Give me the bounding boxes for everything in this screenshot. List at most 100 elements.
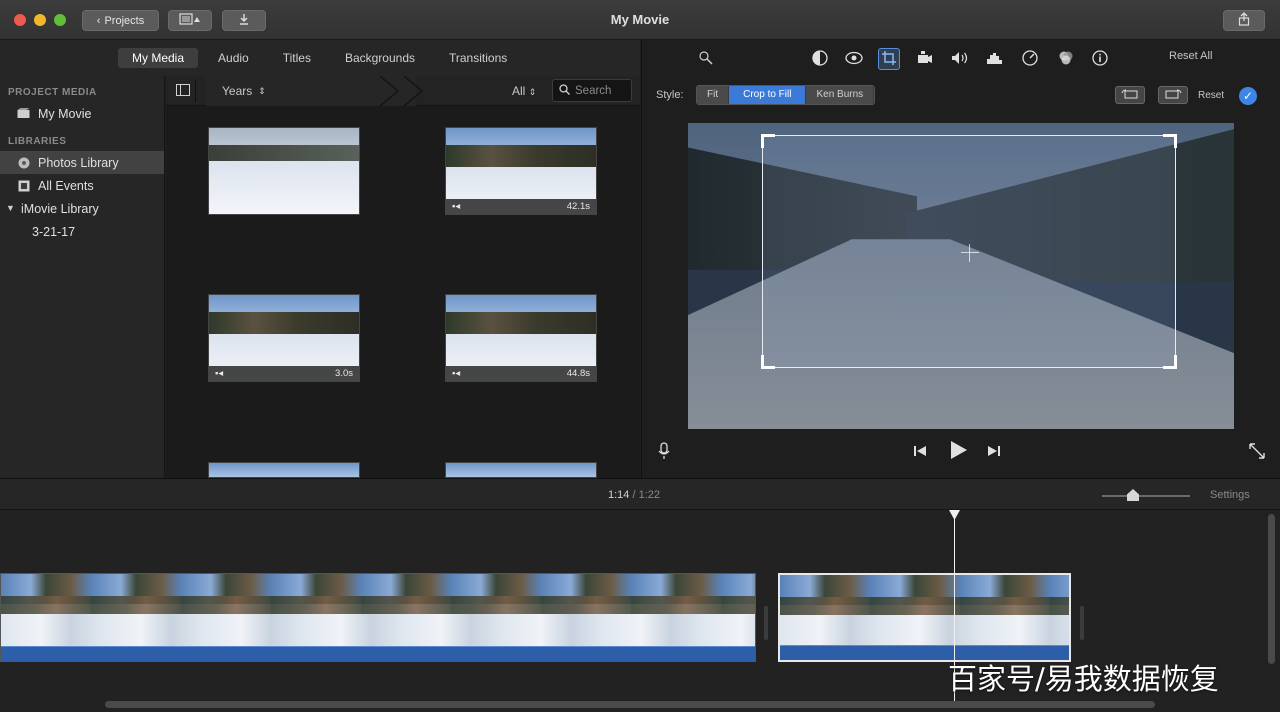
disclosure-triangle-icon[interactable]: ▼ bbox=[6, 203, 15, 214]
color-correction-button[interactable] bbox=[843, 48, 865, 70]
tab-backgrounds[interactable]: Backgrounds bbox=[331, 48, 429, 68]
reset-button[interactable]: Reset bbox=[1198, 90, 1224, 101]
media-clip-thumbnail[interactable]: ▪◂ 3.0s bbox=[208, 294, 360, 382]
crop-style-bar: Style: Fit Crop to Fill Ken Burns Reset … bbox=[642, 82, 1280, 108]
skip-forward-button[interactable] bbox=[984, 442, 1004, 464]
title-bar: ‹ Projects My Movie bbox=[0, 0, 1280, 40]
crop-style-segmented-control: Fit Crop to Fill Ken Burns bbox=[696, 85, 876, 105]
media-clip-thumbnail[interactable] bbox=[445, 462, 597, 478]
search-field[interactable]: Search bbox=[552, 79, 632, 102]
tab-transitions[interactable]: Transitions bbox=[435, 48, 521, 68]
sidebar-item-all-events[interactable]: All Events bbox=[0, 174, 164, 197]
volume-button[interactable] bbox=[949, 48, 971, 70]
adjustments-bar: Reset All bbox=[642, 40, 1280, 76]
crop-icon bbox=[881, 50, 897, 69]
crop-handle-bottom-right[interactable] bbox=[1163, 355, 1177, 369]
tab-my-media[interactable]: My Media bbox=[118, 48, 199, 68]
crop-style-fit[interactable]: Fit bbox=[697, 86, 730, 104]
crop-style-crop-to-fill[interactable]: Crop to Fill bbox=[729, 86, 807, 104]
media-clip-thumbnail[interactable]: ▪◂ 44.8s bbox=[445, 294, 597, 382]
color-balance-button[interactable] bbox=[809, 48, 831, 70]
sidebar-item-my-movie[interactable]: My Movie bbox=[0, 102, 164, 125]
vertical-scrollbar[interactable] bbox=[1268, 514, 1275, 664]
timeline-clip-selected[interactable] bbox=[778, 573, 1071, 662]
crosshair-icon bbox=[961, 244, 979, 262]
events-icon bbox=[17, 180, 30, 192]
clip-audio-waveform bbox=[1, 646, 755, 661]
media-clip-thumbnail[interactable]: ▪◂ 42.1s bbox=[445, 127, 597, 215]
sidebar-item-label: 3-21-17 bbox=[32, 224, 76, 239]
tab-audio[interactable]: Audio bbox=[204, 48, 263, 68]
clip-filmstrip bbox=[780, 575, 1069, 649]
skip-forward-icon bbox=[987, 444, 1001, 462]
enhance-button[interactable] bbox=[695, 48, 717, 70]
window-title: My Movie bbox=[610, 12, 670, 27]
libraries-heading: LIBRARIES bbox=[8, 136, 67, 147]
photos-icon bbox=[17, 157, 30, 169]
clip-filter-select[interactable]: All ⇕ bbox=[512, 84, 536, 98]
noise-reduction-icon bbox=[986, 51, 1004, 68]
time-separator: / bbox=[632, 489, 636, 501]
clip-filter-icon bbox=[1058, 50, 1074, 69]
sidebar-toggle-button[interactable] bbox=[170, 80, 196, 102]
skip-back-button[interactable] bbox=[910, 442, 930, 464]
current-time: 1:14 bbox=[608, 489, 630, 501]
info-icon bbox=[1092, 49, 1108, 69]
share-button[interactable] bbox=[1223, 10, 1265, 31]
reset-all-button[interactable]: Reset All bbox=[1169, 50, 1212, 62]
video-preview[interactable] bbox=[688, 123, 1234, 429]
clip-duration: 42.1s bbox=[566, 201, 590, 212]
trim-handle[interactable] bbox=[1080, 606, 1084, 640]
crop-handle-top-right[interactable] bbox=[1163, 134, 1177, 148]
play-button[interactable] bbox=[947, 440, 971, 466]
timeline-clip[interactable] bbox=[0, 573, 756, 662]
crop-style-ken-burns[interactable]: Ken Burns bbox=[806, 86, 875, 104]
rotate-left-button[interactable] bbox=[1115, 86, 1145, 104]
timeline-settings-button[interactable]: Settings bbox=[1210, 489, 1250, 501]
speed-button[interactable] bbox=[1019, 48, 1041, 70]
stabilization-icon bbox=[917, 50, 933, 68]
checkmark-icon: ✓ bbox=[1242, 89, 1254, 103]
rotate-right-button[interactable] bbox=[1158, 86, 1188, 104]
timeline-zoom-slider[interactable] bbox=[1102, 495, 1190, 497]
breadcrumb-arrows bbox=[380, 76, 424, 106]
media-clip-thumbnail[interactable] bbox=[208, 127, 360, 215]
search-icon bbox=[559, 83, 570, 98]
timeline-zoom-thumb[interactable] bbox=[1127, 489, 1139, 501]
sidebar-item-event-3-21-17[interactable]: 3-21-17 bbox=[0, 220, 164, 243]
clip-duration-bar: ▪◂ 42.1s bbox=[446, 199, 596, 214]
sidebar-item-imovie-library[interactable]: ▼ iMovie Library bbox=[0, 197, 164, 220]
filter-bar: Years ⇕ All ⇕ Search bbox=[166, 76, 640, 106]
total-time: 1:22 bbox=[638, 489, 661, 501]
grouping-value: Years bbox=[222, 84, 253, 98]
voiceover-button[interactable] bbox=[656, 441, 672, 465]
expand-icon bbox=[1249, 442, 1265, 464]
color-correction-icon bbox=[845, 51, 863, 68]
video-camera-icon: ▪◂ bbox=[452, 201, 461, 212]
magic-wand-icon bbox=[698, 50, 714, 69]
stabilization-button[interactable] bbox=[914, 48, 936, 70]
timeline-header: 1:14 / 1:22 Settings bbox=[0, 478, 1280, 510]
microphone-icon bbox=[658, 441, 670, 465]
trim-handle[interactable] bbox=[764, 606, 768, 640]
media-clip-thumbnail[interactable] bbox=[208, 462, 360, 478]
crop-handle-bottom-left[interactable] bbox=[761, 355, 775, 369]
crop-rectangle[interactable] bbox=[761, 134, 1177, 369]
sidebar-item-label: My Movie bbox=[38, 106, 92, 121]
crop-handle-top-left[interactable] bbox=[761, 134, 775, 148]
up-down-chevron-icon: ⇕ bbox=[528, 87, 537, 97]
watermark-text: 百家号/易我数据恢复 bbox=[948, 662, 1219, 696]
noise-reduction-button[interactable] bbox=[984, 48, 1006, 70]
tab-titles[interactable]: Titles bbox=[269, 48, 325, 68]
play-icon bbox=[950, 440, 968, 466]
apply-crop-button[interactable]: ✓ bbox=[1239, 87, 1257, 105]
horizontal-scrollbar[interactable] bbox=[105, 701, 1155, 708]
clip-duration: 44.8s bbox=[566, 368, 590, 379]
sidebar-item-photos-library[interactable]: Photos Library bbox=[0, 151, 164, 174]
search-placeholder: Search bbox=[575, 84, 612, 97]
clip-info-button[interactable] bbox=[1089, 48, 1111, 70]
fullscreen-button[interactable] bbox=[1246, 442, 1268, 464]
clip-filter-button[interactable] bbox=[1055, 48, 1077, 70]
color-balance-icon bbox=[812, 49, 828, 69]
crop-button[interactable] bbox=[878, 48, 900, 70]
